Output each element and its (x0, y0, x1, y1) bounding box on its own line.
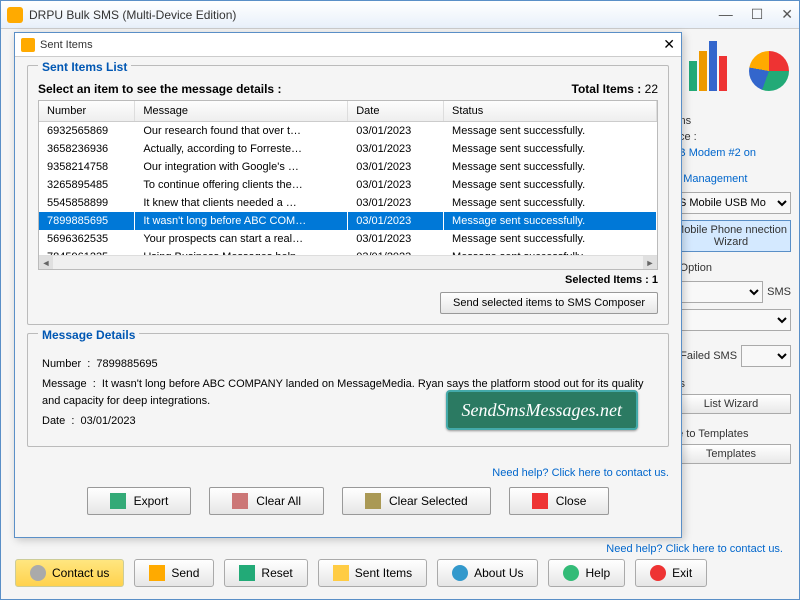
col-date[interactable]: Date (348, 101, 444, 122)
main-help-link[interactable]: Need help? Click here to contact us. (606, 543, 783, 555)
list-fieldset-title: Sent Items List (38, 60, 131, 74)
col-status[interactable]: Status (444, 101, 657, 122)
device-link[interactable]: SB Modem #2 on (671, 147, 791, 159)
files-label: les (671, 378, 791, 390)
right-panel: ions vice : SB Modem #2 on ta Management… (671, 111, 791, 467)
sent-items-dialog: Sent Items ✕ Sent Items List Select an i… (14, 32, 682, 538)
data-management-link[interactable]: ta Management (671, 173, 791, 185)
table-row[interactable]: 6932565869Our research found that over t… (39, 122, 657, 141)
details-number-row: Number : 7899885695 (42, 356, 654, 374)
contact-icon (30, 565, 46, 581)
about-us-button[interactable]: About Us (437, 559, 538, 587)
message-details-fieldset: Message Details Number : 7899885695 Mess… (27, 333, 669, 447)
table-row[interactable]: 9358214758Our integration with Google's … (39, 158, 657, 176)
bottom-toolbar: Contact us Send Reset Sent Items About U… (15, 559, 785, 587)
exit-button[interactable]: Exit (635, 559, 707, 587)
table-row[interactable]: 3265895485To continue offering clients t… (39, 176, 657, 194)
main-titlebar: DRPU Bulk SMS (Multi-Device Edition) — ☐… (1, 1, 799, 29)
send-to-composer-button[interactable]: Send selected items to SMS Composer (440, 292, 658, 314)
table-row[interactable]: 7899885695It wasn't long before ABC COM…… (39, 212, 657, 230)
select-prompt: Select an item to see the message detail… (38, 82, 281, 96)
option-label: y Option (671, 262, 791, 274)
scroll-right-arrow[interactable]: ► (643, 256, 657, 270)
chart-decoration (689, 41, 789, 101)
close-icon (532, 493, 548, 509)
reset-icon (239, 565, 255, 581)
scroll-left-arrow[interactable]: ◄ (39, 256, 53, 270)
minimize-button[interactable]: — (719, 6, 733, 23)
dialog-title: Sent Items (40, 39, 663, 51)
sms-suffix: SMS (767, 286, 791, 298)
app-icon (7, 7, 23, 23)
contact-us-button[interactable]: Contact us (15, 559, 124, 587)
items-table-wrap: Number Message Date Status 6932565869Our… (38, 100, 658, 270)
device-label: vice : (671, 131, 791, 143)
clear-selected-icon (365, 493, 381, 509)
send-icon (149, 565, 165, 581)
details-fieldset-title: Message Details (38, 328, 139, 342)
device-select[interactable]: S Mobile USB Mo (671, 192, 791, 214)
maximize-button[interactable]: ☐ (751, 6, 764, 23)
options-label: ions (671, 115, 791, 127)
dialog-button-row: Export Clear All Clear Selected Close (15, 479, 681, 523)
sms-blank-select[interactable] (671, 309, 791, 331)
list-wizard-button[interactable]: List Wizard (671, 394, 791, 414)
exit-icon (650, 565, 666, 581)
templates-label: ge to Templates (671, 428, 791, 440)
selected-items-count: Selected Items : 1 (38, 274, 658, 286)
connection-wizard-button[interactable]: Mobile Phone nnection Wizard (671, 220, 791, 252)
clear-all-icon (232, 493, 248, 509)
dialog-titlebar: Sent Items ✕ (15, 33, 681, 57)
dialog-body: Sent Items List Select an item to see th… (15, 57, 681, 463)
col-message[interactable]: Message (135, 101, 348, 122)
clear-selected-button[interactable]: Clear Selected (342, 487, 491, 515)
items-table: Number Message Date Status 6932565869Our… (39, 101, 657, 270)
clear-all-button[interactable]: Clear All (209, 487, 324, 515)
reset-button[interactable]: Reset (224, 559, 307, 587)
sent-items-button[interactable]: Sent Items (318, 559, 427, 587)
table-row[interactable]: 5696362535Your prospects can start a rea… (39, 230, 657, 248)
table-row[interactable]: 3658236936Actually, according to Forrest… (39, 140, 657, 158)
export-button[interactable]: Export (87, 487, 192, 515)
sms-option-select[interactable] (671, 281, 763, 303)
sent-items-icon (333, 565, 349, 581)
sent-items-list-fieldset: Sent Items List Select an item to see th… (27, 65, 669, 325)
dialog-close-button[interactable]: ✕ (663, 36, 675, 53)
window-controls: — ☐ ✕ (719, 6, 793, 23)
export-icon (110, 493, 126, 509)
table-header-row: Number Message Date Status (39, 101, 657, 122)
dialog-icon (21, 38, 35, 52)
help-button[interactable]: Help (548, 559, 625, 587)
templates-button[interactable]: Templates (671, 444, 791, 464)
watermark: SendSmsMessages.net (446, 390, 638, 431)
failed-sms-select[interactable] (741, 345, 791, 367)
horizontal-scrollbar[interactable]: ◄ ► (39, 255, 657, 269)
close-button[interactable]: ✕ (781, 6, 793, 23)
table-row[interactable]: 5545858899It knew that clients needed a … (39, 194, 657, 212)
col-number[interactable]: Number (39, 101, 135, 122)
send-button[interactable]: Send (134, 559, 214, 587)
app-title: DRPU Bulk SMS (Multi-Device Edition) (29, 8, 719, 22)
list-header: Select an item to see the message detail… (38, 82, 658, 96)
close-dialog-button[interactable]: Close (509, 487, 610, 515)
dialog-help-link[interactable]: Need help? Click here to contact us. (15, 467, 669, 479)
about-icon (452, 565, 468, 581)
total-items: Total Items : 22 (572, 82, 659, 96)
help-icon (563, 565, 579, 581)
